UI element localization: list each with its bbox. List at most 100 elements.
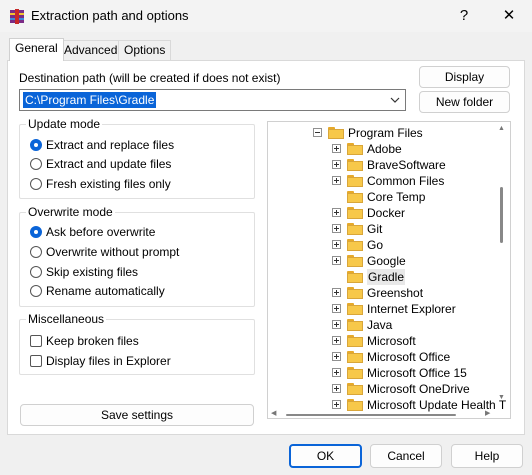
expand-icon[interactable] — [332, 240, 341, 249]
destination-path-combobox[interactable]: C:\Program Files\Gradle — [19, 89, 406, 111]
help-title-button[interactable]: ? — [444, 4, 484, 28]
horizontal-scrollbar-thumb[interactable] — [286, 414, 456, 416]
keep-broken-files-checkbox[interactable]: Keep broken files — [30, 333, 139, 349]
expand-icon[interactable] — [332, 224, 341, 233]
folder-icon — [347, 399, 363, 411]
tree-item[interactable]: Microsoft — [268, 333, 496, 349]
tree-item[interactable]: Common Files — [268, 173, 496, 189]
folder-tree[interactable]: Program Files Adobe BraveSoftware Common F… — [267, 121, 511, 419]
new-folder-button[interactable]: New folder — [419, 91, 510, 113]
expand-icon[interactable] — [332, 368, 341, 377]
folder-icon — [347, 255, 363, 267]
skip-existing-radio[interactable]: Skip existing files — [30, 264, 138, 280]
tree-item[interactable]: Google — [268, 253, 496, 269]
miscellaneous-title: Miscellaneous — [26, 312, 107, 326]
window-title: Extraction path and options — [31, 8, 189, 23]
checkbox-label: Display files in Explorer — [46, 354, 171, 368]
update-mode-title: Update mode — [26, 117, 103, 131]
expand-icon[interactable] — [332, 320, 341, 329]
tree-item[interactable]: Microsoft Office — [268, 349, 496, 365]
radio-icon[interactable] — [30, 178, 42, 190]
expand-icon[interactable] — [332, 144, 341, 153]
tree-item[interactable]: BraveSoftware — [268, 157, 496, 173]
tree-item[interactable]: Microsoft OneDrive — [268, 381, 496, 397]
radio-icon[interactable] — [30, 266, 42, 278]
radio-label: Fresh existing files only — [46, 177, 171, 191]
radio-icon[interactable] — [30, 246, 42, 258]
tree-item[interactable]: Git — [268, 221, 496, 237]
scroll-down-icon[interactable]: ▼ — [498, 394, 505, 401]
folder-icon — [347, 367, 363, 379]
expand-icon[interactable] — [332, 352, 341, 361]
ok-button[interactable]: OK — [289, 444, 362, 468]
cancel-button[interactable]: Cancel — [370, 444, 442, 468]
radio-selected-icon[interactable] — [30, 139, 42, 151]
radio-selected-icon[interactable] — [30, 226, 42, 238]
folder-icon — [347, 303, 363, 315]
tree-item[interactable]: Java — [268, 317, 496, 333]
folder-icon — [347, 191, 363, 203]
tree-item-label: Go — [367, 238, 384, 252]
ask-before-overwrite-radio[interactable]: Ask before overwrite — [30, 224, 155, 240]
collapse-icon[interactable] — [313, 128, 322, 137]
scroll-right-icon[interactable]: ▶ — [485, 409, 490, 417]
radio-label: Ask before overwrite — [46, 225, 156, 239]
extract-replace-radio[interactable]: Extract and replace files — [30, 137, 174, 153]
expand-icon[interactable] — [332, 304, 341, 313]
expand-icon[interactable] — [332, 176, 341, 185]
expand-icon[interactable] — [332, 336, 341, 345]
expand-icon[interactable] — [332, 256, 341, 265]
checkbox-icon[interactable] — [30, 355, 42, 367]
tree-item[interactable]: Docker — [268, 205, 496, 221]
tab-advanced[interactable]: Advanced — [58, 40, 124, 60]
radio-label: Extract and replace files — [46, 138, 175, 152]
tree-item-label: Microsoft — [367, 334, 416, 348]
vertical-scrollbar-thumb[interactable] — [500, 187, 503, 243]
folder-icon — [347, 223, 363, 235]
tree-item-label: Adobe — [367, 142, 402, 156]
expand-icon[interactable] — [332, 288, 341, 297]
expand-icon[interactable] — [332, 400, 341, 409]
tree-item[interactable]: Adobe — [268, 141, 496, 157]
winrar-icon — [10, 9, 24, 24]
help-button[interactable]: Help — [451, 444, 523, 468]
folder-icon — [347, 335, 363, 347]
tree-item[interactable]: Microsoft Update Health T — [268, 397, 506, 413]
tab-general[interactable]: General — [9, 38, 64, 61]
tree-item[interactable]: Internet Explorer — [268, 301, 496, 317]
checkbox-icon[interactable] — [30, 335, 42, 347]
display-button[interactable]: Display — [419, 66, 510, 88]
expand-icon[interactable] — [332, 384, 341, 393]
expand-icon[interactable] — [332, 160, 341, 169]
tab-options[interactable]: Options — [118, 40, 172, 60]
tree-item[interactable]: Greenshot — [268, 285, 496, 301]
radio-icon[interactable] — [30, 158, 42, 170]
tree-item-program-files[interactable]: Program Files — [268, 125, 508, 141]
tree-item[interactable]: Gradle — [268, 269, 496, 285]
folder-icon — [347, 207, 363, 219]
folder-icon — [347, 175, 363, 187]
destination-path-value[interactable]: C:\Program Files\Gradle — [23, 92, 157, 108]
rename-automatically-radio[interactable]: Rename automatically — [30, 283, 165, 299]
tree-item[interactable]: Core Temp — [268, 189, 496, 205]
tree-item[interactable]: Go — [268, 237, 496, 253]
tree-item-label: Microsoft OneDrive — [367, 382, 470, 396]
tree-item-label: Internet Explorer — [367, 302, 456, 316]
fresh-existing-radio[interactable]: Fresh existing files only — [30, 176, 171, 192]
folder-icon — [347, 159, 363, 171]
scroll-left-icon[interactable]: ◀ — [271, 409, 276, 417]
expand-icon[interactable] — [332, 208, 341, 217]
save-settings-button[interactable]: Save settings — [20, 404, 254, 426]
radio-icon[interactable] — [30, 285, 42, 297]
display-files-explorer-checkbox[interactable]: Display files in Explorer — [30, 353, 171, 369]
close-icon[interactable]: ✕ — [503, 7, 516, 24]
tree-item-label: Gradle — [367, 269, 406, 285]
extract-update-radio[interactable]: Extract and update files — [30, 156, 171, 172]
tree-item[interactable]: Microsoft Office 15 — [268, 365, 496, 381]
folder-icon — [347, 319, 363, 331]
chevron-down-icon[interactable] — [390, 93, 400, 107]
close-button[interactable]: ✕ — [492, 4, 526, 28]
title-bar: Extraction path and options ? ✕ — [0, 0, 532, 32]
overwrite-without-prompt-radio[interactable]: Overwrite without prompt — [30, 244, 179, 260]
scroll-up-icon[interactable]: ▲ — [498, 125, 505, 132]
